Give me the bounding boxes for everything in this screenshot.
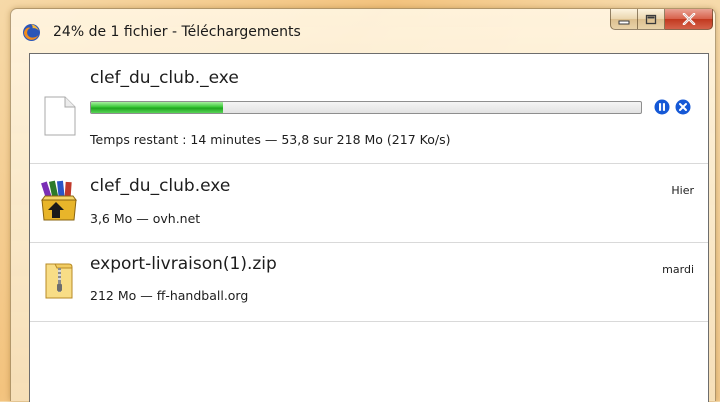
download-filename: clef_du_club._exe (90, 68, 239, 88)
download-date: mardi (662, 263, 694, 276)
window-title: 24% de 1 fichier - Téléchargements (53, 24, 301, 40)
pause-icon (654, 99, 670, 115)
close-icon (682, 10, 696, 29)
download-item-active[interactable]: clef_du_club._exe Temps restant : 14 min… (30, 54, 708, 164)
maximize-button[interactable] (638, 9, 665, 30)
download-filename: clef_du_club.exe (90, 176, 231, 196)
pause-button[interactable] (654, 99, 670, 115)
downloads-window: 24% de 1 fichier - Téléchargements clef_… (10, 8, 716, 402)
title-bar[interactable]: 24% de 1 fichier - Téléchargements (11, 9, 715, 55)
minimize-button[interactable] (610, 9, 638, 30)
download-filename: export-livraison(1).zip (90, 254, 277, 274)
download-item[interactable]: clef_du_club.exe Hier 3,6 Mo — ovh.net (30, 164, 708, 243)
cancel-icon (675, 99, 691, 115)
window-controls (610, 9, 713, 31)
download-item[interactable]: export-livraison(1).zip mardi 212 Mo — f… (30, 243, 708, 322)
minimize-icon (618, 10, 630, 29)
download-date: Hier (671, 184, 694, 197)
download-progress-fill (91, 102, 223, 113)
blank-file-icon (44, 96, 76, 140)
winrar-archive-icon (40, 180, 78, 226)
cancel-button[interactable] (675, 99, 691, 115)
downloads-list[interactable]: clef_du_club._exe Temps restant : 14 min… (29, 53, 709, 402)
firefox-icon (22, 23, 41, 42)
close-button[interactable] (665, 9, 713, 30)
download-status: 3,6 Mo — ovh.net (90, 211, 201, 226)
download-status: Temps restant : 14 minutes — 53,8 sur 21… (90, 132, 451, 147)
download-progress-bar (90, 101, 642, 114)
maximize-icon (645, 10, 657, 29)
download-status: 212 Mo — ff-handball.org (90, 288, 249, 303)
zip-folder-icon (43, 260, 75, 304)
